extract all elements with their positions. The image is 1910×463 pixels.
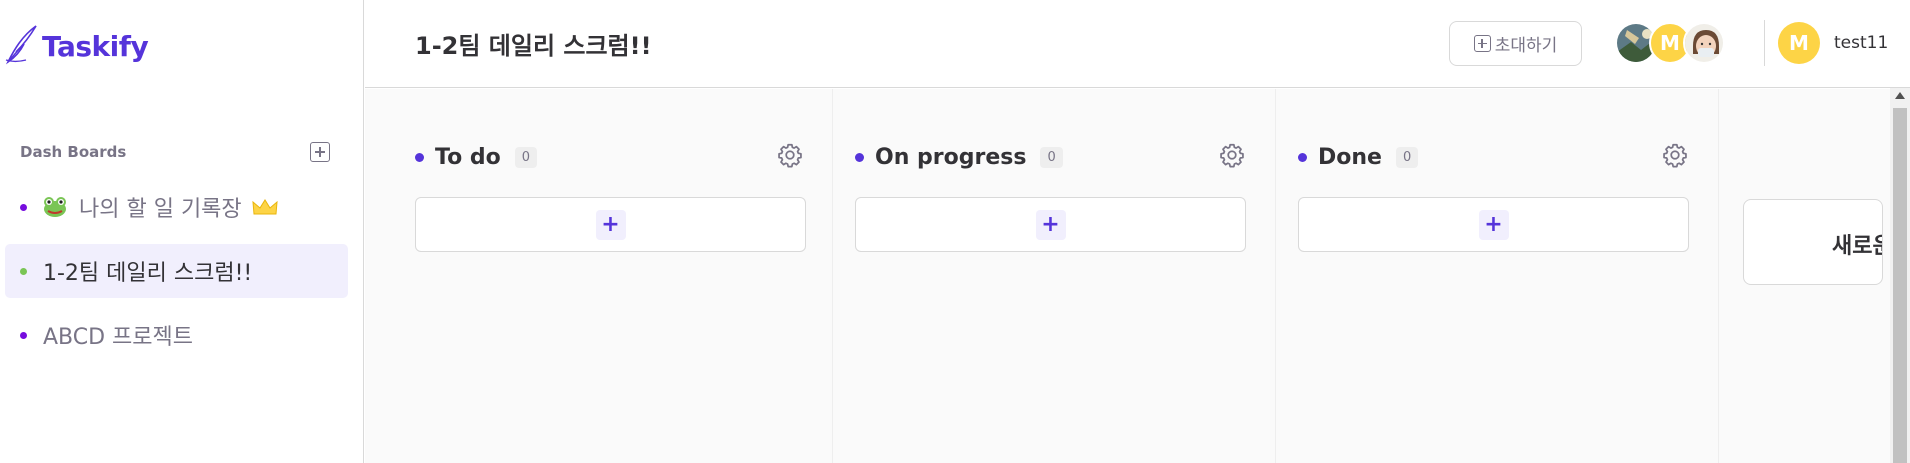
column-title: To do	[435, 145, 501, 170]
header-divider	[1764, 20, 1765, 66]
scroll-up-arrow-icon[interactable]	[1895, 92, 1905, 99]
column-count-badge: 0	[1040, 147, 1063, 168]
column-title: On progress	[875, 145, 1027, 170]
column-dot	[855, 153, 864, 162]
board-content: To do 0 + On progress 0 + Done 0 + 새로	[365, 89, 1910, 463]
crown-icon	[252, 199, 278, 215]
vertical-scrollbar[interactable]	[1890, 88, 1910, 463]
sidebar-item-label: 1-2팀 데일리 스크럼!!	[43, 261, 253, 286]
add-dashboard-button[interactable]	[310, 142, 330, 162]
add-column-button[interactable]: 새로운 컬럼 추가하기	[1743, 199, 1883, 285]
sidebar-item-dashboard-active[interactable]: 1-2팀 데일리 스크럼!!	[5, 244, 348, 298]
dashboard-color-dot	[20, 267, 27, 275]
scrollbar-thumb[interactable]	[1893, 108, 1907, 463]
column-header: To do 0	[415, 145, 538, 170]
dashboards-header: Dash Boards	[20, 142, 330, 162]
sidebar-item-dashboard[interactable]: 나의 할 일 기록장	[5, 180, 348, 234]
user-avatar[interactable]: M	[1778, 22, 1820, 64]
avatar-initial: M	[1660, 31, 1680, 55]
add-column-label: 새로운 컬럼 추가하기	[1832, 234, 1882, 259]
user-name[interactable]: test11	[1834, 33, 1888, 53]
invite-button[interactable]: 초대하기	[1449, 21, 1582, 66]
sidebar: Taskify Dash Boards 나의 할 일 기록장 1-2팀 데일리 …	[0, 0, 364, 463]
column-header: On progress 0	[855, 145, 1063, 170]
gear-icon[interactable]	[1219, 142, 1245, 168]
dashboards-section-title: Dash Boards	[20, 143, 127, 161]
column-dot	[415, 153, 424, 162]
user-initial: M	[1789, 31, 1809, 55]
member-avatars[interactable]: M	[1615, 22, 1725, 66]
column-header: Done 0	[1298, 145, 1419, 170]
column-todo: To do 0 +	[365, 89, 833, 463]
column-dot	[1298, 153, 1307, 162]
avatar	[1683, 22, 1725, 64]
column-done: Done 0 +	[1276, 89, 1719, 463]
plus-square-icon	[1473, 35, 1491, 52]
app-logo[interactable]: Taskify	[4, 22, 149, 66]
add-card-button[interactable]: +	[1298, 197, 1689, 252]
gear-icon[interactable]	[1662, 142, 1688, 168]
plus-icon: +	[1035, 209, 1066, 240]
top-header: 1-2팀 데일리 스크럼!! 초대하기 M M test11	[365, 0, 1910, 88]
column-title: Done	[1318, 145, 1382, 170]
sidebar-item-label: ABCD 프로젝트	[43, 325, 194, 350]
quill-icon	[5, 25, 37, 65]
column-count-badge: 0	[514, 147, 538, 168]
sidebar-item-label: 나의 할 일 기록장	[79, 197, 242, 222]
column-count-badge: 0	[1395, 147, 1419, 168]
add-card-button[interactable]: +	[855, 197, 1246, 252]
column-on-progress: On progress 0 +	[833, 89, 1276, 463]
add-card-button[interactable]: +	[415, 197, 806, 252]
invite-button-label: 초대하기	[1494, 36, 1558, 56]
sidebar-item-dashboard[interactable]: ABCD 프로젝트	[5, 308, 348, 362]
dashboard-color-dot	[20, 203, 27, 211]
dashboard-color-dot	[20, 331, 27, 339]
member-photo-icon	[1685, 24, 1723, 62]
gear-icon[interactable]	[777, 142, 803, 168]
plus-icon: +	[1478, 209, 1509, 240]
plus-icon: +	[595, 209, 626, 240]
frog-icon	[44, 197, 66, 217]
page-title: 1-2팀 데일리 스크럼!!	[415, 32, 652, 60]
app-name: Taskify	[42, 29, 149, 63]
